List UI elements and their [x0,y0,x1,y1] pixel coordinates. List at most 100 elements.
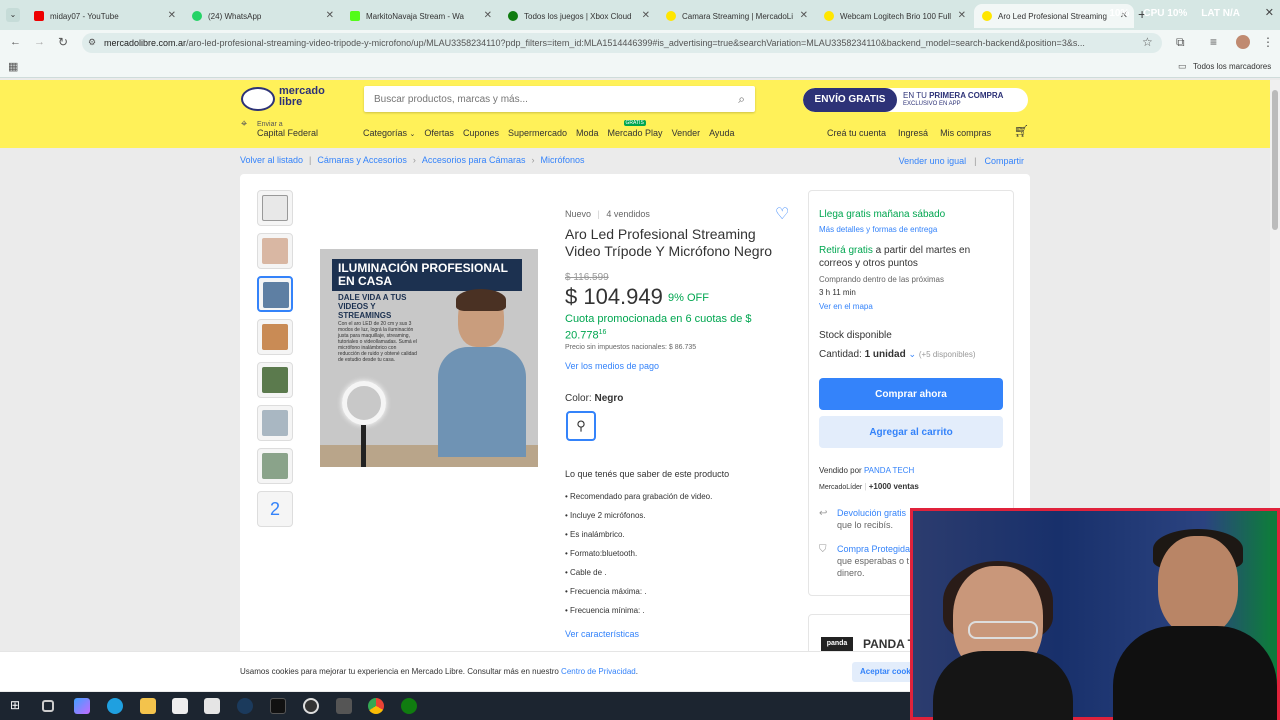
star-icon[interactable]: ☆ [1142,35,1153,49]
edge-icon[interactable] [107,698,123,714]
browser-tab[interactable]: Camara Streaming | MercadoLi ✕ [658,4,814,28]
see-features-link[interactable]: Ver características [565,629,639,639]
media-icon[interactable]: ≡ [1210,35,1217,49]
create-account-link[interactable]: Creá tu cuenta [827,128,886,138]
browser-tab[interactable]: MarkitoNavaja Stream - Wa ✕ [342,4,498,28]
discount-badge: 9% OFF [668,292,709,304]
thumbnail[interactable] [257,448,293,484]
extensions-icon[interactable]: ⧉ [1176,35,1185,50]
add-to-cart-button[interactable]: Agregar al carrito [819,416,1003,448]
browser-tab[interactable]: Todos los juegos | Xbox Cloud ✕ [500,4,656,28]
color-label: Color: Negro [565,393,624,404]
close-icon[interactable]: ✕ [642,10,650,21]
nav-supermercado[interactable]: Supermercado [508,128,567,138]
mail-icon[interactable] [204,698,220,714]
seller-logo: panda [821,637,853,651]
scrollbar-thumb[interactable] [1272,90,1278,230]
all-bookmarks-link[interactable]: Todos los marcadores [1193,62,1271,71]
nav-vender[interactable]: Vender [672,128,701,138]
browser-tab[interactable]: Webcam Logitech Brio 100 Full ✕ [816,4,972,28]
system-overlay: 10% CPU 10% LAT N/A [1109,8,1240,19]
browser-tab[interactable]: (24) WhatsApp ✕ [184,4,340,28]
task-view-icon[interactable] [42,700,54,712]
profile-icon[interactable] [1236,35,1250,49]
forward-icon[interactable]: → [34,36,45,48]
location-selector[interactable]: ⌖ Enviar a Capital Federal [241,119,318,138]
cart-icon[interactable]: 🛒︎ [1014,124,1029,138]
close-icon[interactable]: ✕ [800,10,808,21]
thumbnail[interactable] [257,233,293,269]
explorer-icon[interactable] [140,698,156,714]
login-link[interactable]: Ingresá [898,128,928,138]
return-icon: ↩ [819,508,828,519]
thumbnail[interactable] [257,190,293,226]
thumbnail[interactable] [257,319,293,355]
buy-now-button[interactable]: Comprar ahora [819,378,1003,410]
site-info-icon[interactable]: ⚙ [88,37,96,48]
current-price: $ 104.949 [565,284,663,309]
nav-ayuda[interactable]: Ayuda [709,128,734,138]
breadcrumb-item[interactable]: Micrófonos [540,155,584,165]
back-icon[interactable]: ← [10,36,21,48]
free-shipping-banner[interactable]: ENVÍO GRATIS EN TU PRIMERA COMPRA EXCLUSI… [803,88,1028,112]
seller-name[interactable]: PANDA T [863,637,915,651]
close-icon[interactable]: ✕ [326,10,334,21]
quantity-selector[interactable]: Cantidad: 1 unidad ⌄ (+5 disponibles) [819,348,976,361]
close-icon[interactable]: ✕ [168,10,176,21]
chevron-down-icon: ⌄ [409,131,416,138]
sold-count: 4 vendidos [606,209,650,219]
mercadolibre-logo[interactable]: mercado libre [241,86,335,112]
start-icon[interactable]: ⊞ [10,698,26,714]
menu-icon[interactable]: ⋮ [1262,35,1274,49]
browser-tab[interactable]: miday07 - YouTube ✕ [26,4,182,28]
steam-icon[interactable] [237,698,253,714]
window-controls[interactable]: ✕ [1265,6,1274,19]
share-link[interactable]: Compartir [984,156,1024,166]
search-input[interactable] [364,86,704,112]
nav-moda[interactable]: Moda [576,128,599,138]
shipping-details-link[interactable]: Más detalles y formas de entrega [819,223,937,236]
chrome-icon[interactable] [368,698,384,714]
xbox-icon[interactable] [401,698,417,714]
url-field[interactable]: mercadolibre.com.ar/aro-led-profesional-… [82,33,1162,53]
see-map-link[interactable]: Ver en el mapa [819,300,873,313]
nav-categorias[interactable]: Categorías ⌄ [363,128,415,138]
browser-tab-bar: ⌄ miday07 - YouTube ✕ (24) WhatsApp ✕ Mark… [0,0,1280,30]
apps-icon[interactable]: ▦ [8,60,18,73]
more-images-thumbnail[interactable]: 2 [257,491,293,527]
close-icon[interactable]: ✕ [958,10,966,21]
time-left: 3 h 11 min [819,288,856,297]
search-icon[interactable]: ⌕ [738,92,745,107]
store-icon[interactable] [172,698,188,714]
obs-icon[interactable] [303,698,319,714]
separator: | [974,156,977,166]
thumbnail-image [262,453,288,479]
back-to-list-link[interactable]: Volver al listado [240,155,303,165]
nav-mercado-play[interactable]: GRATIS Mercado Play [608,120,663,138]
copilot-icon[interactable] [74,698,90,714]
sell-same-link[interactable]: Vender uno igual [899,156,967,166]
app-icon[interactable] [336,698,352,714]
search-box: ⌕ [364,86,755,112]
seller-link[interactable]: PANDA TECH [864,466,914,475]
favorite-heart-icon[interactable]: ♡ [775,204,789,224]
free-badge: GRATIS [623,120,646,126]
breadcrumb: Volver al listado | Cámaras y Accesorios… [240,155,1030,169]
nav-ofertas[interactable]: Ofertas [424,128,454,138]
tiktok-icon[interactable] [270,698,286,714]
thumbnail[interactable] [257,362,293,398]
close-icon[interactable]: ✕ [484,10,492,21]
tab-search-icon[interactable]: ⌄ [6,8,20,22]
my-purchases-link[interactable]: Mis compras [940,128,991,138]
privacy-center-link[interactable]: Centro de Privacidad [561,667,636,676]
color-swatch-negro[interactable]: ⚲ [566,411,596,441]
thumbnail[interactable] [257,405,293,441]
reload-icon[interactable]: ↻ [58,35,68,49]
breadcrumb-item[interactable]: Cámaras y Accesorios [317,155,407,165]
breadcrumb-item[interactable]: Accesorios para Cámaras [422,155,526,165]
nav-cupones[interactable]: Cupones [463,128,499,138]
webcam-overlay [910,508,1280,720]
product-main-image[interactable]: ILUMINACIÓN PROFESIONAL EN CASA DALE VIDA… [320,249,538,467]
payment-methods-link[interactable]: Ver los medios de pago [565,361,659,371]
thumbnail-selected[interactable] [257,276,293,312]
